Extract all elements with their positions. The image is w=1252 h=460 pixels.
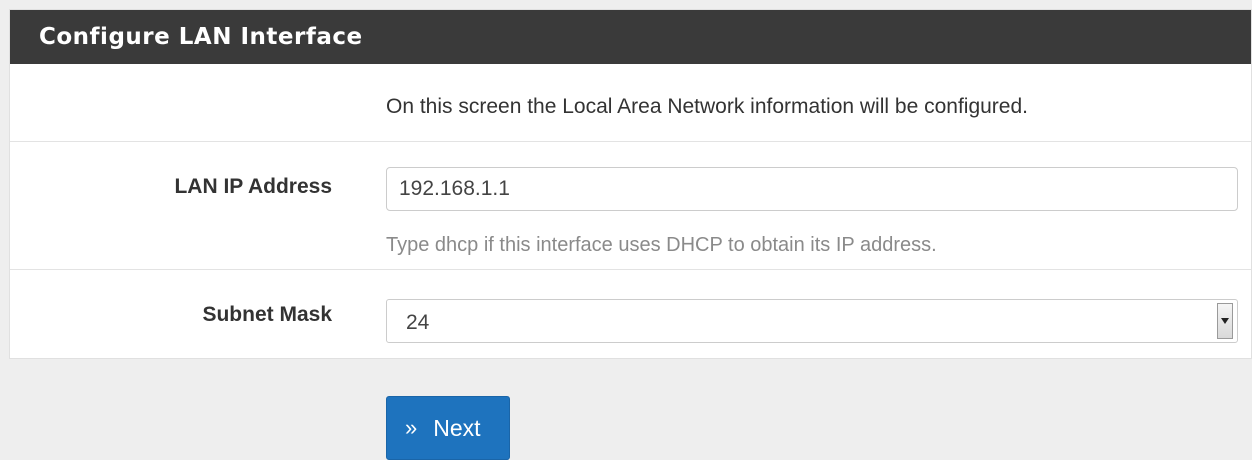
- panel-heading: Configure LAN Interface: [10, 10, 1251, 64]
- next-button[interactable]: » Next: [386, 396, 510, 460]
- chevron-down-icon[interactable]: [1217, 303, 1233, 339]
- configure-lan-panel: Configure LAN Interface On this screen t…: [9, 9, 1252, 359]
- intro-row: On this screen the Local Area Network in…: [10, 64, 1251, 141]
- lan-ip-row: LAN IP Address Type dhcp if this interfa…: [10, 141, 1251, 269]
- next-button-label: Next: [433, 415, 481, 441]
- subnet-mask-value: 24: [406, 311, 430, 334]
- subnet-mask-select[interactable]: 24: [386, 299, 1238, 343]
- lan-ip-input[interactable]: [386, 167, 1238, 211]
- double-chevron-right-icon: »: [405, 415, 418, 440]
- lan-ip-label: LAN IP Address: [174, 175, 332, 198]
- lan-ip-help-text: Type dhcp if this interface uses DHCP to…: [386, 234, 937, 256]
- subnet-mask-row: Subnet Mask 24: [10, 269, 1251, 360]
- intro-text: On this screen the Local Area Network in…: [386, 95, 1028, 118]
- subnet-mask-label: Subnet Mask: [202, 303, 332, 326]
- panel-title: Configure LAN Interface: [39, 24, 363, 50]
